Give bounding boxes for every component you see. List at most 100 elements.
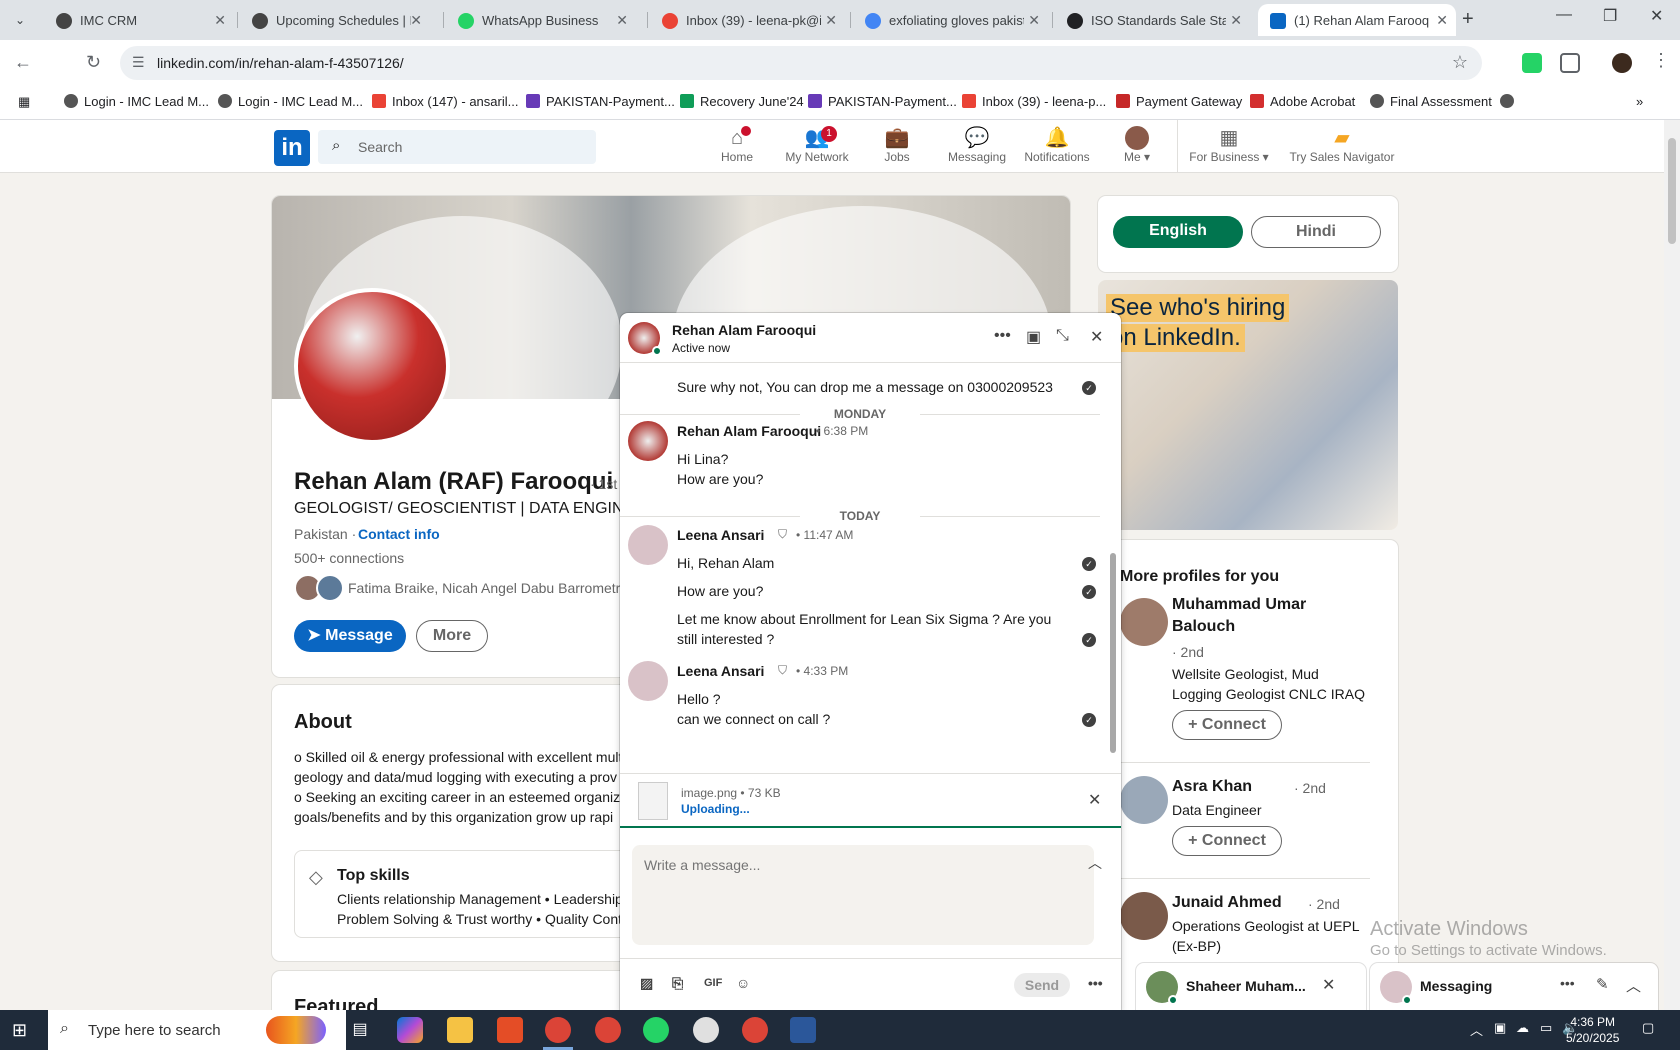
- bookmark-item[interactable]: Inbox (147) - ansaril...: [372, 94, 518, 109]
- collapse-icon[interactable]: ⤡: [1056, 327, 1069, 345]
- expand-compose-chevron-icon[interactable]: ︿: [1088, 853, 1102, 873]
- profile-suggestion-name[interactable]: Balouch: [1172, 618, 1235, 636]
- sender-name[interactable]: Leena Ansari: [677, 663, 764, 679]
- nav-sales-navigator[interactable]: ▰ Try Sales Navigator: [1286, 126, 1398, 164]
- nav-me[interactable]: Me ▾: [1097, 126, 1177, 164]
- nav-for-business[interactable]: ▦ For Business ▾: [1187, 126, 1271, 164]
- bookmark-item[interactable]: PAKISTAN-Payment...: [808, 94, 957, 109]
- tab-imc-crm[interactable]: IMC CRM ✕: [44, 4, 234, 36]
- word-icon[interactable]: [790, 1017, 816, 1043]
- chevron-up-icon[interactable]: ︿: [1626, 975, 1641, 996]
- attachment-paperclip-icon[interactable]: ⎘: [672, 975, 683, 992]
- message-compose-box[interactable]: [632, 845, 1094, 945]
- avatar[interactable]: [628, 661, 668, 701]
- hiring-ad[interactable]: See who's hiring on LinkedIn.: [1098, 280, 1398, 530]
- bookmark-item[interactable]: Payment Gateway: [1116, 94, 1242, 109]
- bookmark-item[interactable]: Adobe Acrobat: [1250, 94, 1355, 109]
- hindi-language-button[interactable]: Hindi: [1251, 216, 1381, 248]
- chat-messages[interactable]: Sure why not, You can drop me a message …: [620, 363, 1121, 783]
- more-options-icon[interactable]: •••: [1088, 975, 1103, 991]
- profile-avatar-icon[interactable]: [1612, 53, 1632, 73]
- nav-notifications[interactable]: 🔔 Notifications: [1017, 126, 1097, 164]
- more-button[interactable]: More: [416, 620, 488, 652]
- tab-upcoming-schedules[interactable]: Upcoming Schedules | IM ✕: [240, 4, 430, 36]
- nav-messaging[interactable]: 💬 Messaging: [937, 126, 1017, 164]
- nav-my-network[interactable]: 👥 My Network 1: [777, 126, 857, 164]
- search-input[interactable]: ⌕ Search: [318, 130, 596, 164]
- avatar[interactable]: [628, 421, 668, 461]
- onedrive-icon[interactable]: ☁: [1516, 1020, 1529, 1036]
- bookmark-item[interactable]: Final Assessment: [1370, 94, 1492, 109]
- chat-scrollbar[interactable]: [1110, 553, 1116, 753]
- profile-suggestion-name[interactable]: Junaid Ahmed: [1172, 894, 1282, 912]
- file-explorer-icon[interactable]: [447, 1017, 473, 1043]
- mutual-connections[interactable]: Fatima Braike, Nicah Angel Dabu Barromet…: [348, 580, 620, 596]
- profile-suggestion-name[interactable]: Asra Khan: [1172, 778, 1252, 796]
- network-icon[interactable]: ▭: [1540, 1020, 1552, 1036]
- mini-chat-name[interactable]: Shaheer Muham...: [1186, 978, 1306, 994]
- send-button[interactable]: Send: [1014, 973, 1070, 997]
- whatsapp-icon[interactable]: [643, 1017, 669, 1043]
- bookmark-item[interactable]: Inbox (39) - leena-p...: [962, 94, 1106, 109]
- apps-grid-icon[interactable]: ▦: [18, 94, 30, 110]
- video-call-icon[interactable]: ▣: [1026, 327, 1041, 347]
- connect-button[interactable]: + Connect: [1172, 710, 1282, 740]
- close-icon[interactable]: ✕: [214, 4, 226, 36]
- bookmark-star-icon[interactable]: ☆: [1452, 52, 1468, 73]
- windows-start-icon[interactable]: ⊞: [12, 1020, 27, 1041]
- chrome-icon[interactable]: [595, 1017, 621, 1043]
- avatar[interactable]: [1120, 598, 1168, 646]
- chrome-icon[interactable]: [545, 1017, 571, 1043]
- close-icon[interactable]: ✕: [616, 4, 628, 36]
- message-button[interactable]: ➤ Message: [294, 620, 406, 652]
- more-options-icon[interactable]: •••: [1560, 975, 1575, 991]
- messaging-label[interactable]: Messaging: [1420, 978, 1492, 994]
- nav-home[interactable]: ⌂ Home: [697, 126, 777, 164]
- reload-icon[interactable]: ↻: [86, 52, 101, 73]
- copilot-icon[interactable]: [397, 1017, 423, 1043]
- contact-info-link[interactable]: Contact info: [358, 526, 440, 542]
- avatar[interactable]: [1120, 892, 1168, 940]
- close-icon[interactable]: ✕: [825, 4, 837, 36]
- minimized-chat-shaheer[interactable]: Shaheer Muham... ✕: [1136, 963, 1366, 1010]
- back-arrow-icon[interactable]: ←: [14, 52, 32, 73]
- site-info-icon[interactable]: ☰: [132, 54, 145, 71]
- messaging-overlay-bar[interactable]: Messaging ••• ✎ ︿: [1370, 963, 1658, 1010]
- close-icon[interactable]: ✕: [1436, 4, 1448, 36]
- notification-center-icon[interactable]: ▢: [1642, 1020, 1654, 1036]
- bookmark-item[interactable]: Recovery June'24: [680, 94, 804, 109]
- bookmark-item[interactable]: Login - IMC Lead M...: [218, 94, 363, 109]
- image-icon[interactable]: ▨: [640, 975, 653, 992]
- sender-name[interactable]: Leena Ansari: [677, 527, 764, 543]
- close-icon[interactable]: ✕: [1088, 790, 1101, 810]
- avatar[interactable]: [628, 525, 668, 565]
- chat-header[interactable]: Rehan Alam Farooqui Active now ••• ▣ ⤡ ✕: [620, 313, 1121, 363]
- taskbar-clock[interactable]: 4:36 PM 5/20/2025: [1566, 1014, 1619, 1046]
- task-view-icon[interactable]: ▤: [347, 1017, 373, 1043]
- tray-icon[interactable]: ▣: [1494, 1020, 1506, 1036]
- tab-search-chevron-icon[interactable]: ⌄: [8, 8, 32, 32]
- tab-google-search[interactable]: exfoliating gloves pakista ✕: [853, 4, 1048, 36]
- bookmark-item[interactable]: [1500, 94, 1520, 109]
- gif-icon[interactable]: GIF: [704, 977, 722, 989]
- profile-suggestion-name[interactable]: Muhammad Umar: [1172, 596, 1306, 614]
- linkedin-logo-icon[interactable]: in: [274, 130, 310, 166]
- nav-jobs[interactable]: 💼 Jobs: [857, 126, 937, 164]
- profile-photo[interactable]: [294, 288, 450, 444]
- bookmark-item[interactable]: Login - IMC Lead M...: [64, 94, 209, 109]
- app-icon[interactable]: [693, 1017, 719, 1043]
- tray-chevron-up-icon[interactable]: ︿: [1470, 1020, 1483, 1039]
- close-icon[interactable]: ✕: [1090, 327, 1103, 347]
- chat-contact-name[interactable]: Rehan Alam Farooqui: [672, 322, 816, 338]
- message-input[interactable]: [632, 845, 1094, 945]
- new-tab-icon[interactable]: +: [1462, 8, 1474, 31]
- url-text[interactable]: linkedin.com/in/rehan-alam-f-43507126/: [157, 55, 404, 71]
- chrome-icon[interactable]: [742, 1017, 768, 1043]
- tab-gmail-inbox[interactable]: Inbox (39) - leena-pk@in ✕: [650, 4, 845, 36]
- minimize-icon[interactable]: —: [1556, 6, 1572, 24]
- bookmark-item[interactable]: PAKISTAN-Payment...: [526, 94, 675, 109]
- close-icon[interactable]: ✕: [1322, 975, 1335, 995]
- compose-message-icon[interactable]: ✎: [1596, 975, 1609, 993]
- window-close-icon[interactable]: ✕: [1650, 6, 1663, 26]
- extensions-puzzle-icon[interactable]: [1560, 53, 1580, 73]
